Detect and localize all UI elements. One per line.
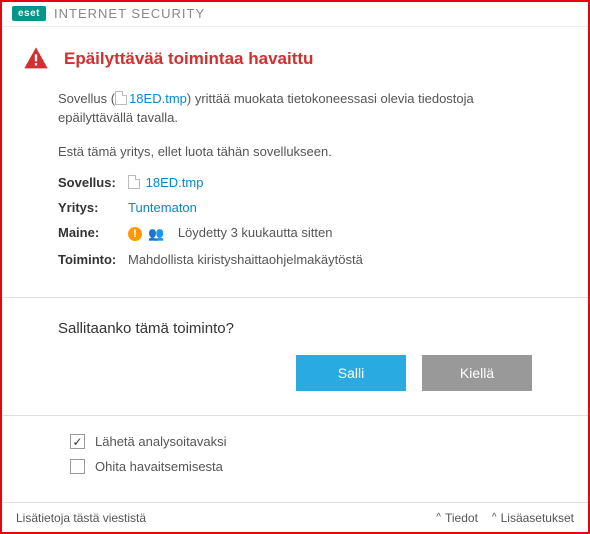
- options-section: Lähetä analysoitavaksi Ohita havaitsemis…: [2, 415, 588, 502]
- question-text: Sallitaanko tämä toiminto?: [58, 320, 532, 337]
- content-area: Sovellus (18ED.tmp) yrittää muokata tiet…: [2, 89, 588, 278]
- users-icon: 👥: [148, 226, 164, 242]
- instruction-text: Estä tämä yritys, ellet luota tähän sove…: [58, 142, 532, 162]
- titlebar: eset INTERNET SECURITY: [2, 2, 588, 27]
- detail-row-reputation: Maine: ! 👥 Löydetty 3 kuukautta sitten: [58, 225, 532, 242]
- product-name: INTERNET SECURITY: [54, 6, 205, 21]
- file-icon: [115, 91, 127, 105]
- description-text: Sovellus (18ED.tmp) yrittää muokata tiet…: [58, 89, 532, 128]
- deny-button[interactable]: Kiellä: [422, 355, 532, 391]
- chevron-up-icon: ^: [492, 512, 497, 523]
- dialog-window: eset INTERNET SECURITY Epäilyttävää toim…: [0, 0, 590, 534]
- detail-row-app: Sovellus: 18ED.tmp: [58, 175, 532, 190]
- alert-triangle-icon: [22, 45, 50, 73]
- chevron-up-icon: ^: [436, 512, 441, 523]
- details-block: Sovellus: 18ED.tmp Yritys: Tuntematon Ma…: [58, 175, 532, 267]
- alert-header: Epäilyttävää toimintaa havaittu: [2, 27, 588, 89]
- label-app: Sovellus:: [58, 175, 128, 190]
- question-section: Sallitaanko tämä toiminto? Salli Kiellä: [2, 297, 588, 415]
- allow-button[interactable]: Salli: [296, 355, 406, 391]
- desc-filename[interactable]: 18ED.tmp: [129, 91, 187, 106]
- value-action: Mahdollista kiristyshaittaohjelmakäytöst…: [128, 252, 363, 267]
- footer-advanced-label: Lisäasetukset: [501, 511, 574, 525]
- warning-badge-icon: !: [128, 227, 142, 241]
- desc-prefix: Sovellus (: [58, 91, 115, 106]
- company-link[interactable]: Tuntematon: [128, 200, 197, 215]
- app-filename-link[interactable]: 18ED.tmp: [146, 175, 204, 190]
- alert-title: Epäilyttävää toimintaa havaittu: [64, 49, 313, 69]
- footer: Lisätietoja tästä viestistä ^ Tiedot ^ L…: [2, 502, 588, 532]
- exclude-detection-checkbox[interactable]: [70, 459, 85, 474]
- submit-analysis-label: Lähetä analysoitavaksi: [95, 434, 227, 449]
- submit-analysis-row: Lähetä analysoitavaksi: [70, 434, 532, 449]
- exclude-detection-row: Ohita havaitsemisesta: [70, 459, 532, 474]
- eset-logo: eset: [12, 6, 46, 21]
- file-icon: [128, 175, 140, 189]
- button-row: Salli Kiellä: [58, 355, 532, 391]
- footer-details-toggle[interactable]: ^ Tiedot: [436, 511, 478, 525]
- label-action: Toiminto:: [58, 252, 128, 267]
- detail-row-action: Toiminto: Mahdollista kiristyshaittaohje…: [58, 252, 532, 267]
- label-company: Yritys:: [58, 200, 128, 215]
- submit-analysis-checkbox[interactable]: [70, 434, 85, 449]
- footer-advanced-toggle[interactable]: ^ Lisäasetukset: [492, 511, 574, 525]
- exclude-detection-label: Ohita havaitsemisesta: [95, 459, 223, 474]
- footer-details-label: Tiedot: [445, 511, 478, 525]
- value-reputation: ! 👥 Löydetty 3 kuukautta sitten: [128, 225, 332, 242]
- reputation-text: Löydetty 3 kuukautta sitten: [178, 225, 333, 240]
- label-reputation: Maine:: [58, 225, 128, 242]
- value-app: 18ED.tmp: [128, 175, 203, 190]
- footer-info-link[interactable]: Lisätietoja tästä viestistä: [16, 511, 422, 525]
- detail-row-company: Yritys: Tuntematon: [58, 200, 532, 215]
